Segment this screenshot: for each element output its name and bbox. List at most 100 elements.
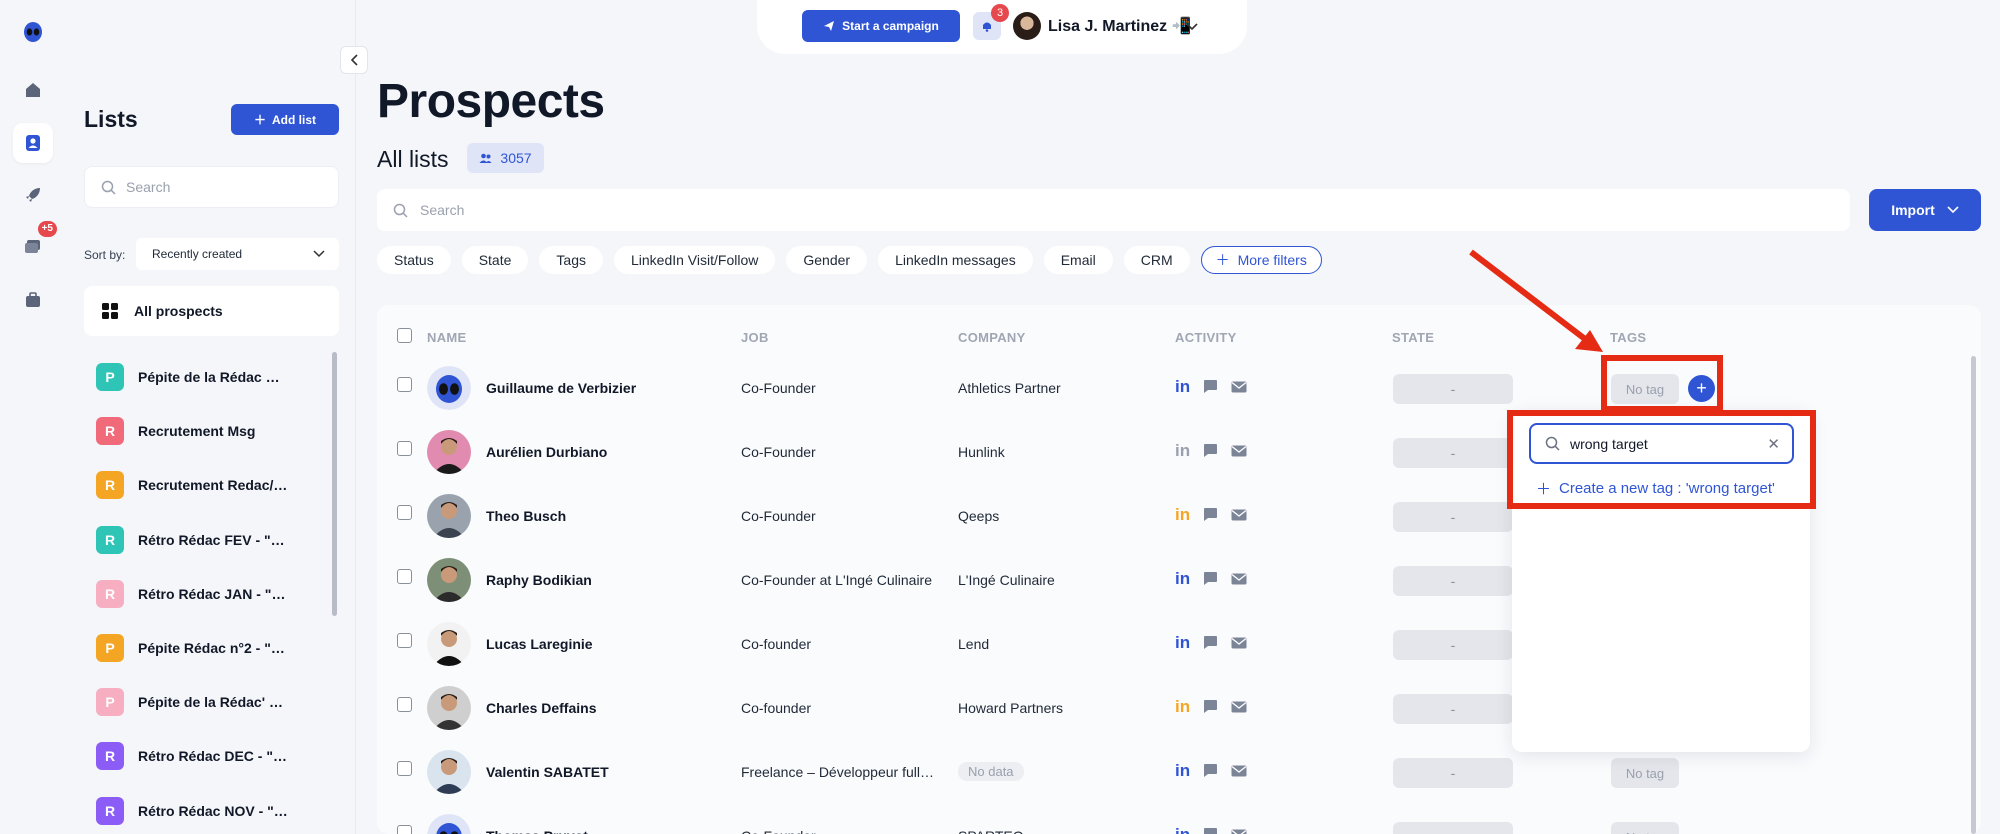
select-all-checkbox[interactable] [397, 328, 412, 343]
list-item[interactable]: R Rétro Rédac DEC - "… [84, 729, 324, 783]
list-item[interactable]: R Recrutement Redac/… [84, 458, 324, 512]
row-checkbox[interactable] [397, 761, 412, 776]
alien-logo-icon[interactable] [13, 12, 53, 52]
linkedin-icon[interactable]: in [1175, 826, 1190, 834]
list-item[interactable]: R Recrutement Msg [84, 404, 324, 458]
prospect-name[interactable]: Raphy Bodikian [486, 572, 592, 588]
prospect-name[interactable]: Charles Deffains [486, 700, 596, 716]
chat-icon[interactable] [1203, 763, 1218, 778]
tag-pill[interactable]: No tag [1611, 758, 1679, 788]
row-checkbox[interactable] [397, 569, 412, 584]
lists-scrollbar[interactable] [332, 352, 337, 616]
table-row[interactable]: Guillaume de Verbizier Co-Founder Athletic… [377, 352, 1981, 416]
column-header-activity[interactable]: ACTIVITY [1175, 330, 1237, 345]
all-prospects-item[interactable]: All prospects [84, 286, 339, 336]
prospect-name[interactable]: Theo Busch [486, 508, 566, 524]
list-item-label: Pépite de la Rédac' N… [138, 694, 288, 711]
linkedin-icon[interactable]: in [1175, 698, 1190, 715]
state-pill[interactable]: - [1393, 758, 1513, 788]
row-checkbox[interactable] [397, 377, 412, 392]
user-name[interactable]: Lisa J. Martinez 📲 [1048, 16, 1192, 36]
chat-icon[interactable] [1203, 635, 1218, 650]
linkedin-icon[interactable]: in [1175, 634, 1190, 651]
linkedin-icon[interactable]: in [1175, 570, 1190, 587]
state-pill[interactable]: - [1393, 630, 1513, 660]
table-scrollbar[interactable] [1971, 356, 1976, 834]
briefcase-icon[interactable] [13, 280, 53, 320]
import-button[interactable]: Import [1869, 189, 1981, 231]
add-list-label: Add list [272, 112, 316, 127]
rocket-icon[interactable] [13, 175, 53, 215]
prospect-name[interactable]: Thomas Pruvot [486, 828, 588, 834]
lists-search-input[interactable]: Search [84, 166, 339, 208]
column-header-job[interactable]: JOB [741, 330, 769, 345]
table-row[interactable]: Thomas Pruvot Co-Founder SPARTEO in - No tag [377, 800, 1981, 834]
activity-icons: in [1175, 506, 1247, 523]
add-list-button[interactable]: ＋ Add list [231, 104, 339, 135]
prospects-search-input[interactable]: Search [377, 189, 1850, 231]
row-checkbox[interactable] [397, 825, 412, 834]
more-filters-button[interactable]: ＋ More filters [1200, 246, 1322, 274]
chevron-down-icon [313, 250, 325, 258]
linkedin-icon[interactable]: in [1175, 442, 1190, 459]
mail-icon[interactable] [1231, 829, 1247, 834]
tag-pill[interactable]: No tag [1611, 822, 1679, 834]
row-checkbox[interactable] [397, 633, 412, 648]
state-pill[interactable]: - [1393, 502, 1513, 532]
list-item[interactable]: P Pépite Rédac n°2 - "… [84, 621, 324, 675]
filter-chip-linkedin-messages[interactable]: LinkedIn messages [878, 246, 1033, 274]
sort-select[interactable]: Recently created [136, 238, 339, 270]
list-item[interactable]: P Pépite de la Rédac' N… [84, 675, 324, 729]
home-icon[interactable] [13, 70, 53, 110]
state-pill[interactable]: - [1393, 374, 1513, 404]
filter-chip-linkedin-visit-follow[interactable]: LinkedIn Visit/Follow [613, 246, 776, 274]
chat-icon[interactable] [1203, 507, 1218, 522]
row-checkbox[interactable] [397, 441, 412, 456]
mail-icon[interactable] [1231, 765, 1247, 777]
linkedin-icon[interactable]: in [1175, 506, 1190, 523]
filter-chip-gender[interactable]: Gender [786, 246, 868, 274]
messages-icon[interactable]: +5 [13, 221, 57, 267]
mail-icon[interactable] [1231, 573, 1247, 585]
mail-icon[interactable] [1231, 509, 1247, 521]
prospect-name[interactable]: Lucas Lareginie [486, 636, 593, 652]
state-pill[interactable]: - [1393, 438, 1513, 468]
linkedin-icon[interactable]: in [1175, 762, 1190, 779]
filter-chip-state[interactable]: State [461, 246, 529, 274]
row-checkbox[interactable] [397, 697, 412, 712]
column-header-state[interactable]: STATE [1392, 330, 1434, 345]
chat-icon[interactable] [1203, 571, 1218, 586]
list-item[interactable]: R Rétro Rédac FEV - "d… [84, 513, 324, 567]
list-item[interactable]: P Pépite de la Rédac n°… [84, 350, 324, 404]
collapse-panel-button[interactable] [340, 46, 368, 74]
start-campaign-button[interactable]: Start a campaign [802, 10, 960, 42]
state-pill[interactable]: - [1393, 566, 1513, 596]
filter-chip-tags[interactable]: Tags [539, 246, 603, 274]
linkedin-icon[interactable]: in [1175, 378, 1190, 395]
column-header-name[interactable]: NAME [427, 330, 466, 345]
filter-chip-crm[interactable]: CRM [1123, 246, 1190, 274]
column-header-tags[interactable]: TAGS [1610, 330, 1646, 345]
list-item[interactable]: R Rétro Rédac JAN - "… [84, 567, 324, 621]
filter-chip-status[interactable]: Status [377, 246, 451, 274]
chat-icon[interactable] [1203, 699, 1218, 714]
mail-icon[interactable] [1231, 445, 1247, 457]
chat-icon[interactable] [1203, 379, 1218, 394]
state-pill[interactable]: - [1393, 694, 1513, 724]
row-checkbox[interactable] [397, 505, 412, 520]
user-menu-chevron-icon[interactable] [1186, 18, 1198, 36]
column-header-company[interactable]: COMPANY [958, 330, 1026, 345]
mail-icon[interactable] [1231, 381, 1247, 393]
mail-icon[interactable] [1231, 701, 1247, 713]
prospect-name[interactable]: Aurélien Durbiano [486, 444, 607, 460]
filter-chip-email[interactable]: Email [1043, 246, 1113, 274]
user-avatar[interactable] [1013, 12, 1041, 40]
state-pill[interactable]: - [1393, 822, 1513, 834]
prospect-name[interactable]: Guillaume de Verbizier [486, 380, 636, 396]
prospect-name[interactable]: Valentin SABATET [486, 764, 609, 780]
chat-icon[interactable] [1203, 443, 1218, 458]
contacts-icon[interactable] [13, 123, 53, 163]
chat-icon[interactable] [1203, 827, 1218, 834]
list-item[interactable]: R Rétro Rédac NOV - "… [84, 784, 324, 834]
mail-icon[interactable] [1231, 637, 1247, 649]
